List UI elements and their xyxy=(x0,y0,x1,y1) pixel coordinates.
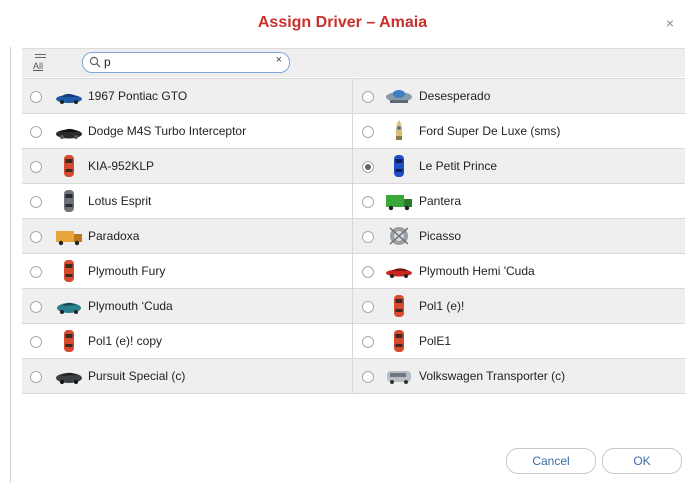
vehicle-name: Le Petit Prince xyxy=(419,159,498,173)
vehicle-name: KIA-952KLP xyxy=(88,159,155,173)
vehicle-name: Plymouth Fury xyxy=(88,264,166,278)
vehicle-name: Pantera xyxy=(419,194,462,208)
vehicle-name: Pol1 (e)! copy xyxy=(88,334,163,348)
dark-sedan-icon xyxy=(56,372,82,384)
clear-search-icon[interactable]: × xyxy=(276,54,282,66)
vehicle-radio[interactable] xyxy=(30,196,42,208)
table-row: KIA-952KLP Le Petit Prince xyxy=(22,149,685,184)
vehicle-option[interactable]: 1967 Pontiac GTO xyxy=(22,79,353,113)
vehicle-option[interactable]: Dodge M4S Turbo Interceptor xyxy=(22,114,353,148)
vehicle-list: 1967 Pontiac GTO Desesperado Dodge M4S Tur… xyxy=(22,78,685,394)
red-car-top-icon xyxy=(394,295,404,317)
vehicle-name: Picasso xyxy=(419,229,462,243)
vehicle-radio[interactable] xyxy=(30,336,42,348)
red-car-top-icon xyxy=(64,155,74,177)
vehicle-option[interactable]: Paradoxa xyxy=(22,219,353,253)
vehicle-radio[interactable] xyxy=(362,336,374,348)
vehicle-option[interactable]: Le Petit Prince xyxy=(353,149,685,183)
vehicle-radio[interactable] xyxy=(30,301,42,313)
vehicle-radio[interactable] xyxy=(362,301,374,313)
vehicle-radio[interactable] xyxy=(362,266,374,278)
vehicle-option[interactable]: Pantera xyxy=(353,184,685,218)
red-car-top-icon xyxy=(64,330,74,352)
vehicle-name: Ford Super De Luxe (sms) xyxy=(419,124,561,138)
table-row: Dodge M4S Turbo Interceptor Ford Super De… xyxy=(22,114,685,149)
vehicle-radio[interactable] xyxy=(362,161,374,173)
teal-car-icon xyxy=(57,302,81,314)
vehicle-option[interactable]: Pol1 (e)! xyxy=(353,289,685,323)
list-toolbar: All p × xyxy=(22,48,685,77)
vehicle-option[interactable]: Picasso xyxy=(353,219,685,253)
vehicle-option[interactable]: Pursuit Special (c) xyxy=(22,359,353,393)
vehicle-option[interactable]: Lotus Esprit xyxy=(22,184,353,218)
vehicle-name: Desesperado xyxy=(419,89,491,103)
vehicle-radio[interactable] xyxy=(30,371,42,383)
vehicle-option[interactable]: Desesperado xyxy=(353,79,685,113)
table-row: Plymouth Fury Plymouth Hemi 'Cuda xyxy=(22,254,685,289)
table-row: Pol1 (e)! copy PolE1 xyxy=(22,324,685,359)
spaceship-icon xyxy=(386,90,412,103)
red-car-top-icon xyxy=(64,260,74,282)
search-input[interactable]: p × xyxy=(82,52,290,73)
search-value: p xyxy=(104,55,111,69)
vehicle-radio[interactable] xyxy=(30,231,42,243)
vehicle-radio[interactable] xyxy=(30,126,42,138)
vehicle-radio[interactable] xyxy=(30,266,42,278)
vehicle-radio[interactable] xyxy=(362,231,374,243)
vehicle-option[interactable]: Volkswagen Transporter (c) xyxy=(353,359,685,393)
vehicle-option[interactable]: KIA-952KLP xyxy=(22,149,353,183)
vehicle-name: PolE1 xyxy=(419,334,452,348)
assign-driver-dialog: Assign Driver – Amaia × All p × 1967 Pon… xyxy=(0,0,685,483)
vehicle-option[interactable]: Pol1 (e)! copy xyxy=(22,324,353,358)
vehicle-name: Paradoxa xyxy=(88,229,140,243)
gray-emblem-icon xyxy=(389,227,409,245)
vehicle-radio[interactable] xyxy=(362,196,374,208)
vehicle-radio[interactable] xyxy=(362,126,374,138)
green-truck-icon xyxy=(386,195,412,211)
red-sports-car-icon xyxy=(386,268,412,278)
vehicle-option[interactable]: Plymouth Fury xyxy=(22,254,353,288)
vehicle-option[interactable]: Plymouth ‘Cuda xyxy=(22,289,353,323)
table-row: Plymouth ‘Cuda Pol1 (e)! xyxy=(22,289,685,324)
vehicle-name: Volkswagen Transporter (c) xyxy=(419,369,566,383)
table-row: Paradoxa Picasso xyxy=(22,219,685,254)
table-row: Lotus Esprit Pantera xyxy=(22,184,685,219)
dialog-left-border xyxy=(10,47,11,483)
black-sports-car-icon xyxy=(56,128,82,139)
cancel-button[interactable]: Cancel xyxy=(506,448,596,474)
list-icon xyxy=(35,54,46,60)
search-icon xyxy=(89,56,101,68)
vehicle-radio[interactable] xyxy=(362,91,374,103)
ok-button[interactable]: OK xyxy=(602,448,682,474)
vehicle-name: Pursuit Special (c) xyxy=(88,369,186,383)
red-car-top-icon xyxy=(394,330,404,352)
vehicle-name: Dodge M4S Turbo Interceptor xyxy=(88,124,247,138)
vehicle-radio[interactable] xyxy=(30,91,42,103)
silver-van-icon xyxy=(387,371,411,384)
select-all-label: All xyxy=(33,61,44,71)
orange-truck-icon xyxy=(56,231,82,246)
table-row: Pursuit Special (c) Volkswagen Transporte… xyxy=(22,359,685,394)
vehicle-option[interactable]: Plymouth Hemi 'Cuda xyxy=(353,254,685,288)
blue-car-top-icon xyxy=(394,155,404,177)
vehicle-name: Pol1 (e)! xyxy=(419,299,465,313)
rocket-icon xyxy=(395,120,403,140)
vehicle-radio[interactable] xyxy=(362,371,374,383)
blue-sports-car-icon xyxy=(56,93,82,104)
vehicle-radio[interactable] xyxy=(30,161,42,173)
vehicle-option[interactable]: PolE1 xyxy=(353,324,685,358)
table-row: 1967 Pontiac GTO Desesperado xyxy=(22,79,685,114)
gray-car-top-icon xyxy=(64,190,74,212)
close-icon[interactable]: × xyxy=(663,16,677,30)
vehicle-name: 1967 Pontiac GTO xyxy=(88,89,188,103)
dialog-title: Assign Driver – Amaia xyxy=(257,14,428,31)
vehicle-option[interactable]: Ford Super De Luxe (sms) xyxy=(353,114,685,148)
select-all-button[interactable]: All xyxy=(32,53,50,73)
vehicle-name: Plymouth Hemi 'Cuda xyxy=(419,264,535,278)
vehicle-name: Plymouth ‘Cuda xyxy=(88,299,173,313)
vehicle-name: Lotus Esprit xyxy=(88,194,152,208)
